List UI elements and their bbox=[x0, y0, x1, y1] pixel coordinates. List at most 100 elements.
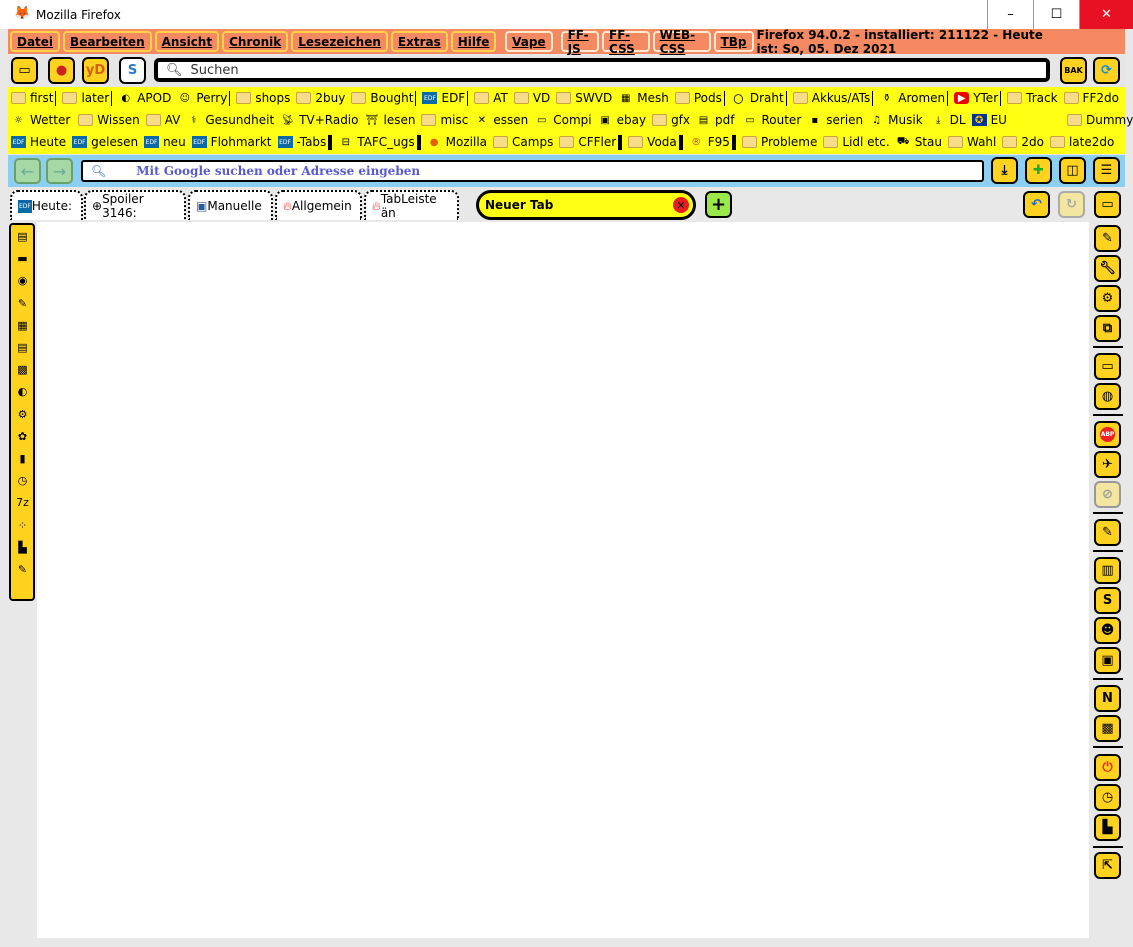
edit-button[interactable]: ✎ bbox=[1094, 519, 1121, 546]
notes-icon[interactable]: ✎ bbox=[15, 562, 30, 577]
bookmark-neu[interactable]: EDF neu bbox=[144, 135, 186, 149]
menu-vape[interactable]: Vape bbox=[505, 31, 553, 52]
cookie-button[interactable]: ◍ bbox=[1094, 383, 1121, 410]
bookmark-lidl-etc-[interactable]: Lidl etc. bbox=[823, 135, 890, 149]
bookmark-av[interactable]: AV bbox=[145, 113, 180, 127]
plant-icon[interactable]: ✿ bbox=[15, 429, 30, 444]
bookmark-serien[interactable]: ▪ serien bbox=[807, 113, 863, 127]
bookmark-yter[interactable]: ▶ YTer bbox=[954, 91, 998, 105]
bookmark-musik[interactable]: ♫ Musik bbox=[869, 113, 922, 127]
bookmark-2buy[interactable]: 2buy bbox=[296, 91, 345, 105]
bookmark-probleme[interactable]: Probleme bbox=[741, 135, 817, 149]
notepad-icon[interactable]: ✎ bbox=[15, 296, 30, 311]
bookmark-ebay[interactable]: ▣ ebay bbox=[598, 113, 646, 127]
n-logo-button[interactable]: N bbox=[1094, 685, 1121, 712]
plane-button[interactable]: ✈ bbox=[1094, 451, 1121, 478]
bookmark-compi[interactable]: ▭ Compi bbox=[534, 113, 592, 127]
menu-chronik[interactable]: Chronik bbox=[222, 31, 289, 52]
downloads-button[interactable]: ⤓ bbox=[991, 157, 1018, 184]
bookmark-bought[interactable]: Bought bbox=[351, 91, 413, 105]
bookmark-cffler[interactable]: CFFler bbox=[559, 135, 616, 149]
bookmark-pdf[interactable]: ▤ pdf bbox=[696, 113, 735, 127]
tab-tableiste-n[interactable]: 🔥︎ TabLeiste än bbox=[364, 190, 459, 220]
blocked-button[interactable]: ⊘ bbox=[1094, 481, 1121, 508]
close-tab-icon[interactable]: ✕ bbox=[673, 197, 689, 213]
puzzle-button[interactable]: ⧉ bbox=[1094, 315, 1121, 342]
external-link-button[interactable]: ⇱ bbox=[1094, 852, 1121, 879]
image-button[interactable]: ▣ bbox=[1094, 647, 1121, 674]
7zip-icon[interactable]: 7z bbox=[15, 495, 30, 510]
bookmark-vd[interactable]: VD bbox=[513, 91, 550, 105]
book-button[interactable]: ▥ bbox=[1094, 557, 1121, 584]
windows-button[interactable]: ▙ bbox=[1094, 814, 1121, 841]
menu-bearbeiten[interactable]: Bearbeiten bbox=[63, 31, 152, 52]
menu-ansicht[interactable]: Ansicht bbox=[154, 31, 220, 52]
bookmark-flohmarkt[interactable]: EDF Flohmarkt bbox=[191, 135, 272, 149]
bookmark-add-button[interactable]: ✚ bbox=[1025, 157, 1052, 184]
bookmark-f95[interactable]: ® F95 bbox=[689, 135, 730, 149]
bookmark-dummy[interactable]: Dummy bbox=[1066, 113, 1133, 127]
film-icon[interactable]: ▦ bbox=[15, 318, 30, 333]
screenshot-icon[interactable]: ▤ bbox=[15, 340, 30, 355]
reader-view-button[interactable]: ☰ bbox=[1093, 157, 1120, 184]
undo-close-tab-button[interactable]: ↶ bbox=[1023, 191, 1050, 218]
bookmark-late2do[interactable]: late2do bbox=[1049, 135, 1114, 149]
user-button[interactable]: ☻ bbox=[1094, 617, 1121, 644]
menu-web-css[interactable]: WEB-CSS bbox=[652, 28, 711, 56]
bookmark-tafc-ugs[interactable]: ⊟ TAFC_ugs bbox=[338, 135, 415, 149]
map-button[interactable]: ▩ bbox=[1094, 715, 1121, 742]
history-button[interactable]: ◷ bbox=[1094, 784, 1121, 811]
bookmark-wahl[interactable]: Wahl bbox=[947, 135, 996, 149]
minimize-button[interactable]: – bbox=[987, 0, 1033, 29]
bookmark-misc[interactable]: misc bbox=[421, 113, 468, 127]
bookmark-at[interactable]: AT bbox=[474, 91, 508, 105]
bookmark-mozilla[interactable]: ● Mozilla bbox=[427, 135, 487, 149]
bookmark-ff2do[interactable]: FF2do bbox=[1063, 91, 1119, 105]
colors-button[interactable]: ● bbox=[48, 57, 75, 84]
wrench-button[interactable]: 🔧︎ bbox=[1094, 255, 1121, 282]
adblock-button[interactable]: ABP bbox=[1094, 421, 1121, 448]
menu-ff-js[interactable]: FF-JS bbox=[560, 28, 600, 56]
brush-button[interactable]: ✎ bbox=[1094, 225, 1121, 252]
colors-icon[interactable]: ▙ bbox=[15, 540, 30, 555]
bookmark-tv-radio[interactable]: 📡︎ TV+Radio bbox=[280, 113, 358, 127]
dice-icon[interactable]: ⁘ bbox=[15, 518, 30, 533]
new-tab-button[interactable]: + bbox=[705, 191, 732, 218]
bookmark-pods[interactable]: Pods bbox=[674, 91, 722, 105]
menu-tbp[interactable]: TBp bbox=[713, 31, 754, 52]
maximize-button[interactable]: ☐ bbox=[1033, 0, 1079, 29]
cube-icon[interactable]: ◉ bbox=[15, 273, 30, 288]
menu-datei[interactable]: Datei bbox=[10, 31, 61, 52]
bookmark-wetter[interactable]: ☼ Wetter bbox=[11, 113, 70, 127]
back-button[interactable]: ← bbox=[14, 158, 41, 184]
bookmark-akkus-ats[interactable]: Akkus/ATs bbox=[792, 91, 870, 105]
bookmark-stau[interactable]: ⛟ Stau bbox=[896, 135, 942, 149]
bookmark-track[interactable]: Track bbox=[1007, 91, 1058, 105]
menu-lesezeichen[interactable]: Lesezeichen bbox=[291, 31, 388, 52]
bookmark-apod[interactable]: ◐ APOD bbox=[118, 91, 171, 105]
clock-icon[interactable]: ◷ bbox=[15, 473, 30, 488]
power-button[interactable]: ⏻ bbox=[1094, 754, 1121, 781]
forward-button[interactable]: → bbox=[46, 158, 73, 184]
thermometer-icon[interactable]: ▮ bbox=[15, 451, 30, 466]
bookmark-2do[interactable]: 2do bbox=[1002, 135, 1044, 149]
settings-icon[interactable]: ⚙ bbox=[15, 407, 30, 422]
close-button[interactable]: ✕ bbox=[1079, 0, 1133, 29]
bookmark-draht[interactable]: 〇 Draht bbox=[731, 91, 783, 106]
bookmark-eu[interactable]: ✪ EU bbox=[971, 113, 1007, 127]
bookmark-first[interactable]: first bbox=[11, 91, 53, 105]
gear-button[interactable]: ⚙ bbox=[1094, 285, 1121, 312]
tab-spoiler-3146-[interactable]: ⊕ Spoiler 3146: bbox=[84, 190, 186, 220]
bookmark-perry[interactable]: ☺ Perry bbox=[177, 91, 228, 105]
bookmark-heute[interactable]: EDF Heute bbox=[11, 135, 66, 149]
refresh-button[interactable]: ⟳ bbox=[1093, 57, 1120, 84]
calculator-icon[interactable]: ▤ bbox=[15, 229, 30, 244]
bookmark-router[interactable]: ▭ Router bbox=[742, 113, 801, 127]
bookmark-lesen[interactable]: ⛩ lesen bbox=[365, 113, 416, 127]
sidebar-toggle-button[interactable]: ◫ bbox=[1059, 157, 1086, 184]
bookmark-gesundheit[interactable]: ⚕ Gesundheit bbox=[186, 113, 274, 127]
menu-ff-css[interactable]: FF-CSS bbox=[602, 28, 650, 56]
bookmark-gfx[interactable]: gfx bbox=[652, 113, 690, 127]
reload-button[interactable]: ↻ bbox=[1058, 191, 1085, 218]
bookmark-gelesen[interactable]: EDF gelesen bbox=[72, 135, 138, 149]
